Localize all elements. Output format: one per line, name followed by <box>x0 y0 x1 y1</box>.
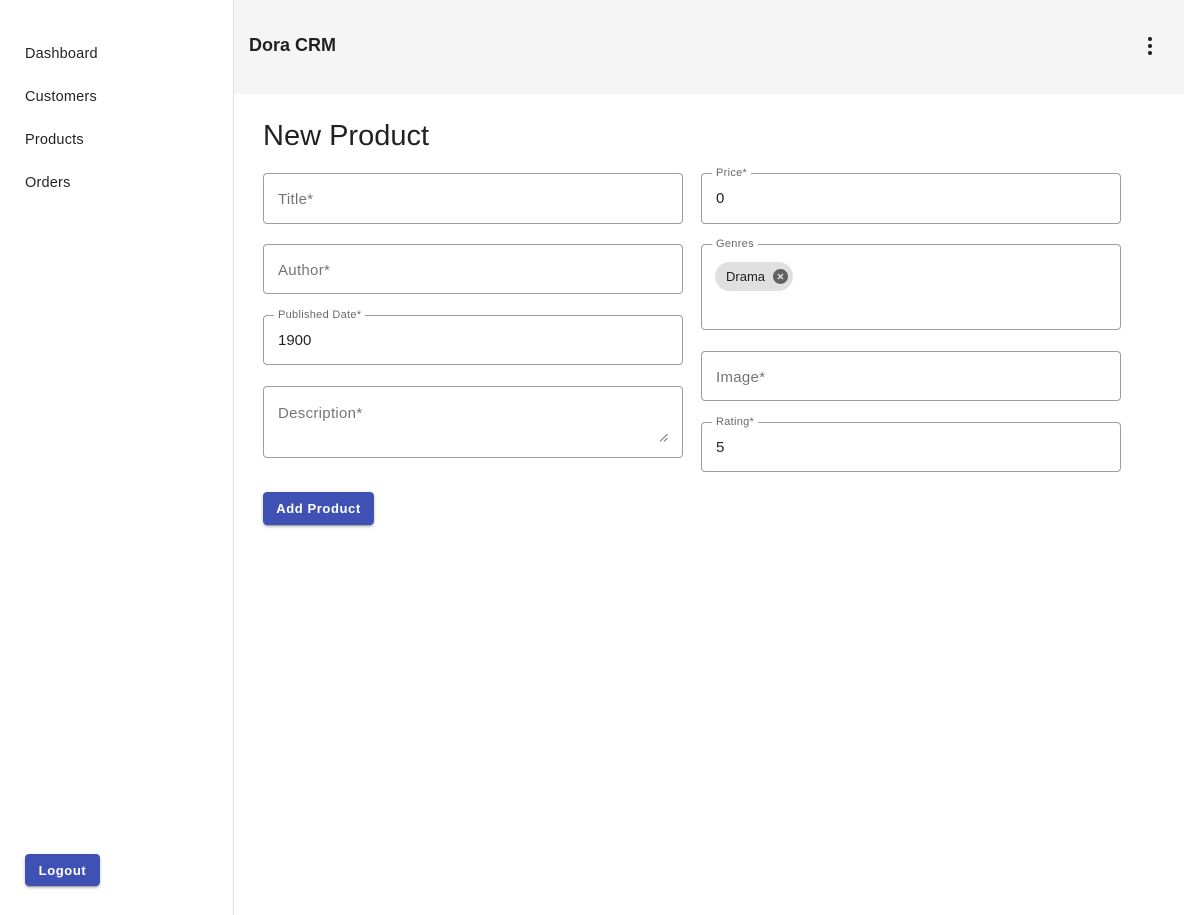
price-label: Price* <box>712 167 752 179</box>
genres-select[interactable]: Genres Drama <box>701 238 1121 330</box>
sidebar-item-dashboard[interactable]: Dashboard <box>0 33 233 76</box>
app-title: Dora CRM <box>249 35 337 55</box>
sidebar-item-orders[interactable]: Orders <box>0 162 233 205</box>
title-placeholder: Title* <box>278 191 314 208</box>
kebab-dot <box>1148 37 1152 41</box>
sidebar-nav: Dashboard Customers Products Orders <box>0 33 233 205</box>
description-textarea[interactable]: Description* <box>263 386 683 458</box>
rating-value: 5 <box>716 439 725 456</box>
published-date-input[interactable]: Published Date* 1900 <box>263 309 683 365</box>
genres-label: Genres <box>712 238 758 250</box>
published-date-value: 1900 <box>278 332 312 349</box>
close-icon <box>777 273 784 280</box>
app-bar: Dora CRM <box>234 0 1184 94</box>
rating-label: Rating* <box>712 416 759 428</box>
sidebar: Dashboard Customers Products Orders Logo… <box>0 0 234 915</box>
more-vert-icon[interactable] <box>1138 34 1162 58</box>
description-placeholder: Description* <box>278 405 363 422</box>
author-input[interactable]: Author* <box>263 244 683 294</box>
image-input[interactable]: Image* <box>701 351 1121 401</box>
rating-input[interactable]: Rating* 5 <box>701 416 1121 472</box>
resize-grip-icon[interactable] <box>659 433 668 442</box>
author-placeholder: Author* <box>278 262 331 279</box>
genre-chip-label: Drama <box>726 269 766 284</box>
logout-button[interactable]: Logout <box>25 854 100 886</box>
add-product-button[interactable]: Add Product <box>263 492 374 525</box>
image-placeholder: Image* <box>716 369 766 386</box>
page-title: New Product <box>263 120 430 152</box>
sidebar-item-customers[interactable]: Customers <box>0 76 233 119</box>
title-input[interactable]: Title* <box>263 173 683 224</box>
kebab-dot <box>1148 44 1152 48</box>
chip-delete-icon[interactable] <box>773 269 789 284</box>
kebab-dot <box>1148 51 1152 55</box>
sidebar-item-products[interactable]: Products <box>0 119 233 162</box>
genre-chip: Drama <box>715 262 794 291</box>
price-value: 0 <box>716 190 725 207</box>
price-input[interactable]: Price* 0 <box>701 167 1121 224</box>
published-date-label: Published Date* <box>274 309 366 321</box>
